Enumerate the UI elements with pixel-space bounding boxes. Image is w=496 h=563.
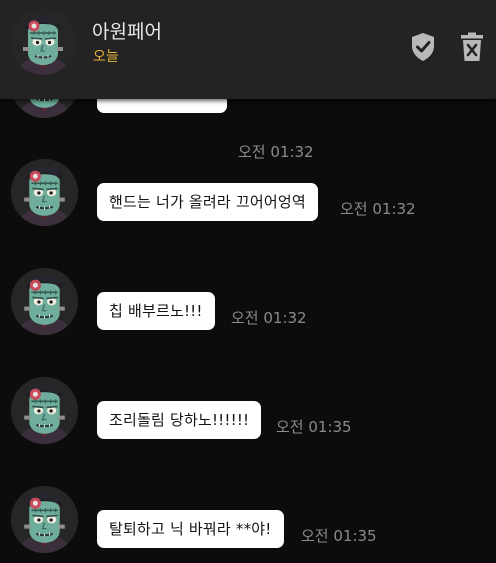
message-bubble[interactable]: 칩 배부르노!!! — [97, 292, 215, 330]
contact-name[interactable]: 아원페어 — [92, 20, 162, 44]
message-time: 오전 01:35 — [276, 418, 352, 436]
message-time-partial: 오전 01:32 — [238, 143, 314, 161]
message-time: 오전 01:35 — [301, 527, 377, 545]
chat-screen: 오전 01:32 아원페어 오늘 핸드는 너가 올려라 끄어어엉역 오전 01:… — [0, 0, 496, 563]
chat-header: 아원페어 오늘 — [0, 0, 496, 99]
message-bubble[interactable]: 핸드는 너가 올려라 끄어어엉역 — [97, 183, 318, 221]
contact-avatar[interactable] — [10, 9, 76, 75]
avatar[interactable] — [11, 159, 78, 226]
avatar[interactable] — [11, 486, 78, 553]
message-time: 오전 01:32 — [340, 200, 416, 218]
avatar[interactable] — [11, 377, 78, 444]
message-time: 오전 01:32 — [231, 309, 307, 327]
message-bubble[interactable]: 탈퇴하고 닉 바꿔라 **야! — [97, 510, 284, 548]
shield-check-icon[interactable] — [408, 30, 438, 64]
message-bubble[interactable]: 조리돌림 당하노!!!!!! — [97, 401, 262, 439]
contact-status: 오늘 — [93, 49, 119, 65]
trash-can-x-icon[interactable] — [457, 30, 487, 64]
avatar[interactable] — [11, 268, 78, 335]
